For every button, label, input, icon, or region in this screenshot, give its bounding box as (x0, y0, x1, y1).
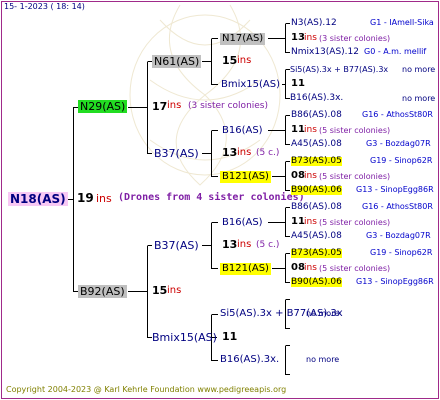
b121-lower-generation: 08 (291, 262, 305, 273)
si5-mix-upper-no-more: no more (402, 65, 436, 74)
node-n3: N3(AS).12 (291, 18, 337, 28)
node-b121-lower: B121(AS) (220, 263, 271, 275)
bmix15-upper-generation: 11 (291, 78, 305, 89)
drone-node-b92: B92(AS) (78, 285, 127, 298)
node-b86-lower: B86(AS).08 (291, 202, 342, 212)
node-a45-lower: A45(AS).08 (291, 231, 342, 241)
b16-upper-note: (5 sister colonies) (319, 126, 391, 135)
node-b73-upper: B73(AS).05 (291, 156, 342, 166)
b37-upper-note: (5 c.) (256, 148, 280, 158)
b73-lower-origin: G19 - Sinop62R (370, 248, 433, 257)
b73-upper-origin: G19 - Sinop62R (370, 156, 433, 165)
node-b86-upper: B86(AS).08 (291, 110, 342, 120)
b16-3x-upper-no-more: no more (402, 94, 436, 103)
bmix15-generation: 11 (222, 330, 238, 343)
b16-lower-note: (5 sister colonies) (319, 218, 391, 227)
root-generation: 19 (77, 191, 94, 205)
b90-upper-origin: G13 - SinopEgg86R (356, 185, 434, 194)
b92-generation: 15 (152, 284, 168, 297)
n17-generation: 13 (291, 32, 305, 43)
node-a45-upper: A45(AS).08 (291, 139, 342, 149)
b121-lower-ins-label: ins (304, 263, 317, 273)
node-b90-lower: B90(AS).06 (291, 277, 342, 287)
date-line: 15- 1-2023 ( 18: 14) (4, 2, 85, 11)
node-b73-lower: B73(AS).05 (291, 248, 342, 258)
b121-upper-note: (5 sister colonies) (319, 172, 391, 181)
node-b16-3x-upper: B16(AS).3x. (290, 93, 344, 103)
node-b37-upper: B37(AS) (154, 147, 199, 160)
node-bmix15: Bmix15(AS) (152, 331, 217, 344)
b16-upper-ins-label: ins (304, 125, 317, 135)
b37-upper-generation: 13 (222, 146, 238, 159)
b121-lower-note: (5 sister colonies) (319, 264, 391, 273)
b90-lower-origin: G13 - SinopEgg86R (356, 277, 434, 286)
b121-upper-generation: 08 (291, 170, 305, 181)
b86-lower-origin: G16 - AthosSt80R (362, 202, 433, 211)
n17-note: (3 sister colonies) (319, 34, 391, 43)
b16-lower-ins-label: ins (304, 217, 317, 227)
n61-ins-label: ins (237, 55, 252, 66)
node-n17: N17(AS) (220, 33, 266, 45)
n17-ins-label: ins (304, 33, 317, 43)
nmix13-origin: G0 - A.m. mellif (364, 47, 427, 56)
node-b37-lower: B37(AS) (154, 239, 199, 252)
queen-node-n29: N29(AS) (78, 100, 128, 113)
b37-lower-generation: 13 (222, 238, 238, 251)
n29-sister-note: (3 sister colonies) (188, 101, 269, 111)
node-b16-lower: B16(AS) (222, 217, 263, 228)
b37-lower-note: (5 c.) (256, 240, 280, 250)
copyright-footer: Copyright 2004-2023 @ Karl Kehrle Founda… (6, 385, 287, 394)
node-b121-upper: B121(AS) (220, 171, 271, 183)
b86-upper-origin: G16 - AthosSt80R (362, 110, 433, 119)
b16-lower-generation: 11 (291, 216, 305, 227)
n29-generation: 17 (152, 100, 168, 113)
si5-mix-no-more: no more (306, 309, 340, 318)
b92-ins-label: ins (167, 285, 182, 296)
b37-upper-ins-label: ins (237, 147, 252, 158)
b16-upper-generation: 11 (291, 124, 305, 135)
node-bmix15-upper: Bmix15(AS) (221, 79, 281, 90)
root-ins-label: ins (96, 192, 112, 205)
a45-upper-origin: G3 - Bozdag07R (366, 139, 431, 148)
node-b16-upper: B16(AS) (222, 125, 263, 136)
b37-lower-ins-label: ins (237, 239, 252, 250)
node-nmix13: Nmix13(AS).12 (291, 47, 359, 57)
n3-origin: G1 - IAmell-Sika (370, 18, 434, 27)
pedigree-diagram: 15- 1-2023 ( 18: 14) N18(AS) 19 ins (Dro… (0, 0, 440, 400)
node-b16-3x: B16(AS).3x. (220, 354, 280, 365)
a45-lower-origin: G3 - Bozdag07R (366, 231, 431, 240)
root-drone-note: (Drones from 4 sister colonies) (118, 192, 305, 203)
b16-3x-no-more: no more (306, 355, 340, 364)
n61-generation: 15 (222, 54, 238, 67)
node-si5-mix-upper: Si5(AS).3x + B77(AS).3x (290, 65, 389, 74)
n29-ins-label: ins (167, 100, 182, 111)
b121-upper-ins-label: ins (304, 171, 317, 181)
root-node: N18(AS) (8, 192, 68, 206)
node-b90-upper: B90(AS).06 (291, 185, 342, 195)
node-n61: N61(AS) (152, 55, 202, 68)
